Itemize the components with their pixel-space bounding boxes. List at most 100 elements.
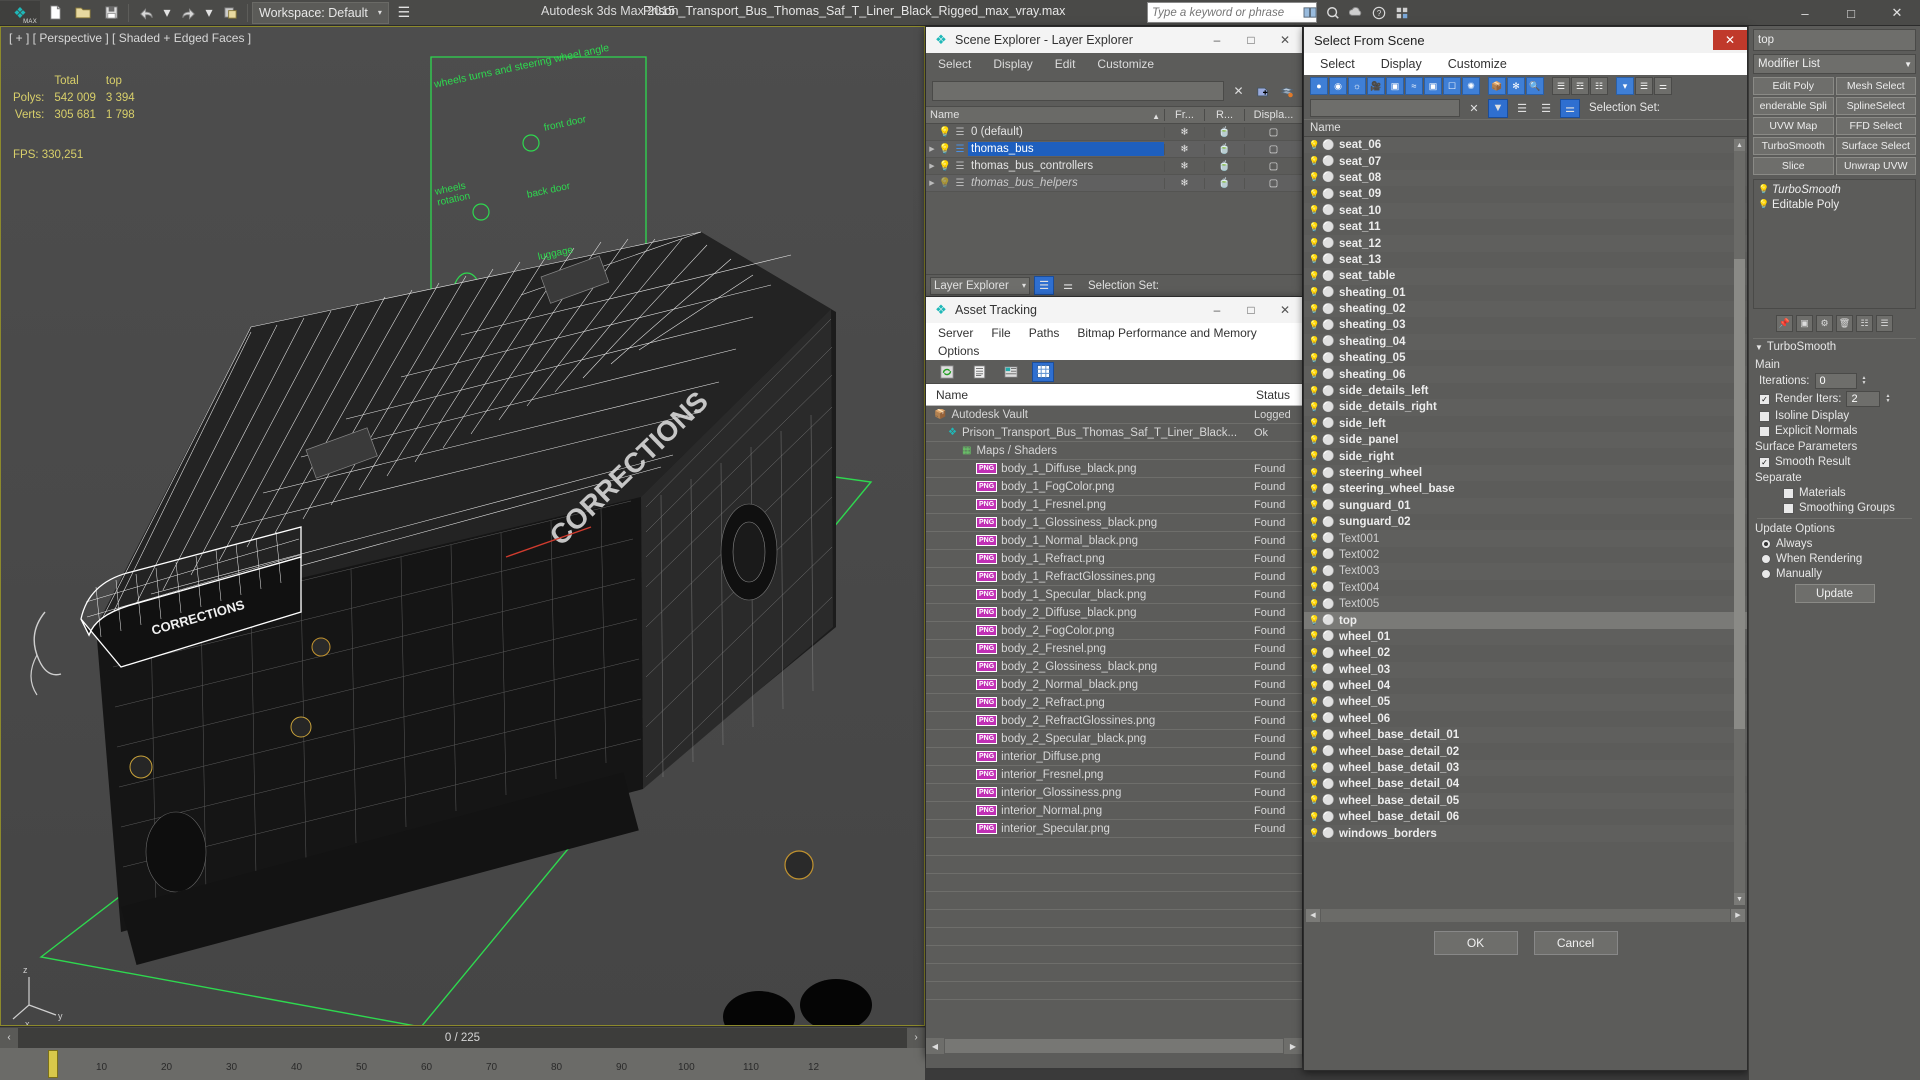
find-hierarchy-icon[interactable]: ⚌ bbox=[1560, 98, 1580, 118]
object-lightbulb-icon[interactable]: 💡 bbox=[1308, 402, 1321, 413]
object-lightbulb-icon[interactable]: 💡 bbox=[1308, 648, 1321, 659]
object-lightbulb-icon[interactable]: 💡 bbox=[1308, 533, 1321, 544]
prev-frame-button[interactable]: ‹ bbox=[0, 1027, 18, 1048]
freeze-cell-1[interactable]: ❄ bbox=[1164, 143, 1204, 155]
3dsmax-logo-icon[interactable]: ❖ MAX bbox=[0, 0, 40, 25]
scene-explorer-close[interactable]: ✕ bbox=[1268, 27, 1302, 53]
smoothing-groups-row[interactable]: Smoothing Groups bbox=[1783, 502, 1916, 514]
btn-unwrap-uvw[interactable]: Unwrap UVW bbox=[1835, 157, 1916, 175]
sfs-object-row[interactable]: 💡 ⚪ steering_wheel bbox=[1304, 464, 1747, 482]
object-lightbulb-icon[interactable]: 💡 bbox=[1308, 615, 1321, 626]
materials-checkbox[interactable] bbox=[1783, 487, 1794, 499]
update-when-rendering-radio[interactable] bbox=[1761, 554, 1771, 564]
current-frame-field[interactable]: 0 / 225 bbox=[18, 1027, 907, 1048]
object-lightbulb-icon[interactable]: 💡 bbox=[1308, 566, 1321, 577]
sfs-object-row[interactable]: 💡 ⚪ sheating_06 bbox=[1304, 366, 1747, 383]
asset-tracking-list[interactable]: 📦 Autodesk Vault Logged ❖ Prison_Transport_B… bbox=[926, 406, 1302, 1068]
object-lightbulb-icon[interactable]: 💡 bbox=[1308, 763, 1321, 774]
asset-row[interactable]: PNG body_2_Refract.png Found bbox=[926, 694, 1302, 712]
find-filter-toggle[interactable]: ▼ bbox=[1488, 98, 1508, 118]
object-lightbulb-icon[interactable]: 💡 bbox=[1308, 779, 1321, 790]
menu-edit[interactable]: Edit bbox=[1055, 57, 1076, 71]
sfs-object-row[interactable]: 💡 ⚪ seat_11 bbox=[1304, 219, 1747, 235]
sfs-object-row[interactable]: 💡 ⚪ sheating_05 bbox=[1304, 350, 1747, 366]
menu-options[interactable]: Options bbox=[938, 344, 979, 358]
exchange-apps-icon[interactable] bbox=[1392, 2, 1412, 23]
asset-tracking-maximize[interactable]: □ bbox=[1234, 297, 1268, 323]
update-manually-radio[interactable] bbox=[1761, 569, 1771, 579]
object-lightbulb-icon[interactable]: 💡 bbox=[1308, 599, 1321, 610]
list-view-icon[interactable] bbox=[968, 362, 990, 382]
object-lightbulb-icon[interactable]: 💡 bbox=[1308, 238, 1321, 249]
asset-row[interactable]: PNG interior_Fresnel.png Found bbox=[926, 766, 1302, 784]
sfs-object-row[interactable]: 💡 ⚪ sunguard_02 bbox=[1304, 514, 1747, 530]
undo-dropdown-icon[interactable]: ▾ bbox=[161, 1, 173, 25]
scene-explorer-window[interactable]: ❖ Scene Explorer - Layer Explorer – □ ✕ … bbox=[925, 26, 1303, 296]
select-from-scene-titlebar[interactable]: Select From Scene ✕ bbox=[1304, 27, 1747, 53]
object-lightbulb-icon[interactable]: 💡 bbox=[1308, 582, 1321, 593]
sfs-object-row[interactable]: 💡 ⚪ windows_borders bbox=[1304, 825, 1747, 842]
display-list-icon[interactable]: ☲ bbox=[1571, 77, 1589, 95]
modifier-list-dropdown[interactable]: Modifier List ▼ bbox=[1753, 54, 1916, 74]
menu-bitmap-performance[interactable]: Bitmap Performance and Memory bbox=[1077, 326, 1256, 340]
update-always-row[interactable]: Always bbox=[1761, 538, 1916, 550]
sfs-hscrollbar[interactable]: ◀ ▶ bbox=[1304, 907, 1747, 923]
scene-explorer-maximize[interactable]: □ bbox=[1234, 27, 1268, 53]
stack-menu-icon[interactable]: ☰ bbox=[1876, 315, 1893, 332]
scene-explorer-search-input[interactable] bbox=[932, 81, 1224, 101]
asset-row[interactable]: PNG body_1_Glossiness_black.png Found bbox=[926, 514, 1302, 532]
scene-explorer-titlebar[interactable]: ❖ Scene Explorer - Layer Explorer – □ ✕ bbox=[926, 27, 1302, 53]
ok-button[interactable]: OK bbox=[1433, 931, 1518, 955]
pin-stack-icon[interactable]: 📌 bbox=[1776, 315, 1793, 332]
update-button[interactable]: Update bbox=[1794, 584, 1875, 603]
viewport-canvas[interactable]: CORRECTIONS CORRECTIONS z y x wheels tur… bbox=[1, 27, 924, 1025]
iterations-spinner-icon[interactable]: ▲ ▼ bbox=[1862, 376, 1867, 386]
scroll-track[interactable] bbox=[945, 1039, 1283, 1053]
cancel-button[interactable]: Cancel bbox=[1533, 931, 1618, 955]
object-lightbulb-icon[interactable]: 💡 bbox=[1308, 795, 1321, 806]
object-lightbulb-icon[interactable]: 💡 bbox=[1308, 451, 1321, 462]
object-lightbulb-icon[interactable]: 💡 bbox=[1308, 681, 1321, 692]
sfs-object-row[interactable]: 💡 ⚪ wheel_base_detail_02 bbox=[1304, 743, 1747, 759]
maximize-button[interactable]: □ bbox=[1828, 0, 1874, 26]
menu-server[interactable]: Server bbox=[938, 326, 973, 340]
signin-icon[interactable] bbox=[1300, 2, 1320, 23]
select-from-scene-close[interactable]: ✕ bbox=[1713, 30, 1747, 50]
object-name-field[interactable]: top bbox=[1753, 29, 1916, 51]
time-slider[interactable] bbox=[48, 1050, 58, 1078]
layer-row-helpers[interactable]: ▶ 💡 ☰ thomas_bus_helpers ❄ 🍵 ▢ bbox=[926, 175, 1302, 192]
asset-row[interactable]: PNG body_2_Diffuse_black.png Found bbox=[926, 604, 1302, 622]
sfs-object-row[interactable]: 💡 ⚪ wheel_base_detail_06 bbox=[1304, 809, 1747, 825]
btn-edit-poly[interactable]: Edit Poly bbox=[1753, 77, 1834, 95]
isoline-display-row[interactable]: Isoline Display bbox=[1759, 410, 1916, 422]
materials-row[interactable]: Materials bbox=[1783, 487, 1916, 499]
new-file-icon[interactable] bbox=[42, 1, 68, 25]
object-lightbulb-icon[interactable]: 💡 bbox=[1308, 500, 1321, 511]
layer-name-controllers[interactable]: thomas_bus_controllers bbox=[968, 159, 1164, 173]
make-unique-icon[interactable]: ⚙ bbox=[1816, 315, 1833, 332]
sfs-object-row[interactable]: 💡 ⚪ side_panel bbox=[1304, 432, 1747, 449]
sfs-object-row[interactable]: 💡 ⚪ wheel_base_detail_03 bbox=[1304, 759, 1747, 777]
col-header-freeze[interactable]: Fr... bbox=[1164, 109, 1204, 121]
render-cell-1[interactable]: 🍵 bbox=[1204, 143, 1244, 155]
object-lightbulb-icon[interactable]: 💡 bbox=[1308, 369, 1321, 380]
sfs-object-row[interactable]: 💡 ⚪ seat_12 bbox=[1304, 235, 1747, 252]
sfs-object-row[interactable]: 💡 ⚪ sunguard_01 bbox=[1304, 497, 1747, 514]
asset-row[interactable]: PNG body_1_FogColor.png Found bbox=[926, 478, 1302, 496]
filter-funnel-icon[interactable]: ▾ bbox=[1616, 77, 1634, 95]
object-lightbulb-icon[interactable]: 💡 bbox=[1308, 156, 1321, 167]
sfs-object-row[interactable]: 💡 ⚪ seat_table bbox=[1304, 268, 1747, 285]
filter-helpers-icon[interactable]: ▣ bbox=[1386, 77, 1404, 95]
btn-mesh-select[interactable]: Mesh Select bbox=[1835, 77, 1916, 95]
display-cell-1[interactable]: ▢ bbox=[1244, 143, 1302, 155]
object-lightbulb-icon[interactable]: 💡 bbox=[1308, 320, 1321, 331]
select-from-scene-dialog[interactable]: Select From Scene ✕ Select Display Custo… bbox=[1303, 26, 1748, 1071]
sfs-object-row[interactable]: 💡 ⚪ Text002 bbox=[1304, 547, 1747, 563]
object-lightbulb-icon[interactable]: 💡 bbox=[1308, 828, 1321, 839]
sfs-object-row[interactable]: 💡 ⚪ seat_06 bbox=[1304, 137, 1747, 154]
sfs-object-row[interactable]: 💡 ⚪ wheel_04 bbox=[1304, 678, 1747, 694]
explicit-normals-checkbox[interactable] bbox=[1759, 425, 1770, 437]
sfs-object-row[interactable]: 💡 ⚪ seat_08 bbox=[1304, 169, 1747, 187]
object-lightbulb-icon[interactable]: 💡 bbox=[1308, 140, 1321, 151]
btn-renderable-spline[interactable]: enderable Spli bbox=[1753, 97, 1834, 115]
